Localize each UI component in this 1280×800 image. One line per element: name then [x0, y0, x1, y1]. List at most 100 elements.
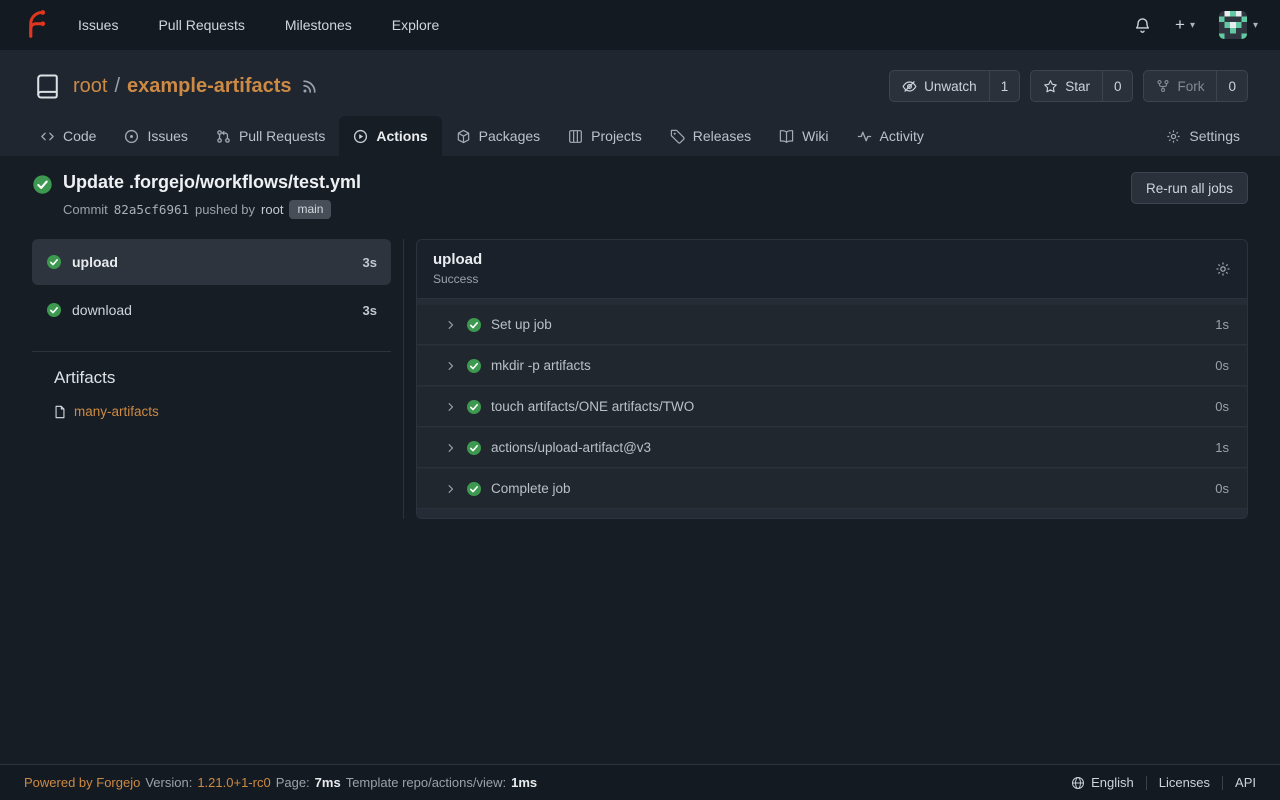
job-detail-name: upload	[433, 251, 482, 268]
rss-icon[interactable]	[302, 79, 317, 94]
commit-sha-link[interactable]: 82a5cf6961	[114, 202, 189, 217]
watchers-count[interactable]: 1	[989, 71, 1020, 101]
job-item-upload[interactable]: upload 3s	[32, 239, 391, 285]
notifications-bell-icon[interactable]	[1134, 17, 1151, 34]
star-button[interactable]: Star 0	[1030, 70, 1133, 102]
tab-packages[interactable]: Packages	[442, 116, 554, 156]
tab-actions[interactable]: Actions	[339, 116, 441, 156]
repo-owner-link[interactable]: root	[73, 75, 107, 98]
step-list: Set up job 1s mkdir -p artifacts 0s	[417, 299, 1247, 518]
success-check-icon	[466, 358, 482, 374]
job-name: download	[72, 302, 353, 318]
step-name: mkdir -p artifacts	[491, 358, 1206, 373]
tab-issues[interactable]: Issues	[110, 116, 201, 156]
licenses-link[interactable]: Licenses	[1159, 775, 1210, 790]
job-item-download[interactable]: download 3s	[32, 287, 391, 333]
powered-by-link[interactable]: Powered by Forgejo	[24, 775, 140, 790]
fork-button[interactable]: Fork 0	[1143, 70, 1248, 102]
package-box-icon	[456, 129, 471, 144]
step-row[interactable]: touch artifacts/ONE artifacts/TWO 0s	[417, 387, 1247, 427]
step-name: Set up job	[491, 317, 1206, 332]
tab-releases[interactable]: Releases	[656, 116, 765, 156]
rerun-all-jobs-button[interactable]: Re-run all jobs	[1131, 172, 1248, 204]
user-menu[interactable]: ▾	[1219, 11, 1258, 39]
code-icon	[40, 129, 55, 144]
step-row[interactable]: Set up job 1s	[417, 305, 1247, 345]
chevron-right-icon[interactable]	[445, 360, 457, 372]
artifact-download-link[interactable]: many-artifacts	[74, 404, 159, 419]
step-duration: 0s	[1215, 399, 1229, 414]
commit-author-link[interactable]: root	[261, 202, 283, 217]
repo-tabs: Code Issues Pull Requests Actions Packag…	[0, 112, 1280, 156]
unwatch-button[interactable]: Unwatch 1	[889, 70, 1020, 102]
step-row[interactable]: Complete job 0s	[417, 469, 1247, 509]
step-row[interactable]: actions/upload-artifact@v3 1s	[417, 428, 1247, 468]
success-check-icon	[32, 174, 53, 195]
template-label: Template repo/actions/view:	[346, 775, 506, 790]
step-name: Complete job	[491, 481, 1206, 496]
run-commit-line: Commit 82a5cf6961 pushed by root main	[63, 200, 361, 219]
chevron-right-icon[interactable]	[445, 483, 457, 495]
repo-name-link[interactable]: example-artifacts	[127, 75, 292, 98]
version-label: Version:	[145, 775, 192, 790]
footer: Powered by Forgejo Version: 1.21.0+1-rc0…	[0, 764, 1280, 800]
footer-info: Powered by Forgejo Version: 1.21.0+1-rc0…	[24, 775, 537, 790]
tab-settings[interactable]: Settings	[1152, 116, 1254, 156]
job-duration: 3s	[363, 255, 377, 270]
template-time: 1ms	[511, 775, 537, 790]
pulse-icon	[857, 129, 872, 144]
breadcrumb: root / example-artifacts	[73, 75, 292, 98]
tab-code[interactable]: Code	[26, 116, 110, 156]
navbar-links: Issues Pull Requests Milestones Explore	[78, 17, 439, 33]
stars-count[interactable]: 0	[1102, 71, 1133, 101]
nav-item-issues[interactable]: Issues	[78, 17, 118, 33]
pull-request-icon	[216, 129, 231, 144]
chevron-right-icon[interactable]	[445, 401, 457, 413]
success-check-icon	[46, 254, 62, 270]
nav-item-pull-requests[interactable]: Pull Requests	[158, 17, 244, 33]
job-options-gear-icon[interactable]	[1215, 261, 1231, 277]
fork-icon	[1156, 79, 1170, 93]
footer-separator	[1146, 776, 1147, 790]
job-name: upload	[72, 254, 353, 270]
step-name: touch artifacts/ONE artifacts/TWO	[491, 399, 1206, 414]
success-check-icon	[466, 317, 482, 333]
tab-activity[interactable]: Activity	[843, 116, 938, 156]
page-time: 7ms	[315, 775, 341, 790]
navbar-right: + ▾ ▾	[1134, 11, 1258, 39]
globe-icon	[1071, 776, 1085, 790]
forks-count[interactable]: 0	[1216, 71, 1247, 101]
avatar	[1219, 11, 1247, 39]
api-link[interactable]: API	[1235, 775, 1256, 790]
tab-projects[interactable]: Projects	[554, 116, 656, 156]
step-duration: 0s	[1215, 481, 1229, 496]
branch-badge[interactable]: main	[289, 200, 331, 219]
job-detail-header: upload Success	[417, 240, 1247, 299]
actions-run-view: Update .forgejo/workflows/test.yml Commi…	[0, 156, 1280, 764]
language-selector[interactable]: English	[1071, 775, 1134, 790]
job-status-text: Success	[433, 272, 482, 286]
run-header: Update .forgejo/workflows/test.yml Commi…	[32, 172, 1248, 219]
repo-header: root / example-artifacts	[0, 50, 1280, 156]
artifact-item[interactable]: many-artifacts	[53, 404, 391, 419]
chevron-right-icon[interactable]	[445, 319, 457, 331]
job-detail-panel: upload Success Set up job 1s	[416, 239, 1248, 519]
create-new-menu[interactable]: + ▾	[1175, 15, 1195, 35]
tab-wiki[interactable]: Wiki	[765, 116, 842, 156]
tab-pull-requests[interactable]: Pull Requests	[202, 116, 339, 156]
step-name: actions/upload-artifact@v3	[491, 440, 1206, 455]
repo-book-icon	[34, 73, 61, 100]
play-circle-icon	[353, 129, 368, 144]
nav-item-explore[interactable]: Explore	[392, 17, 439, 33]
commit-label: Commit	[63, 202, 108, 217]
version-link[interactable]: 1.21.0+1-rc0	[197, 775, 270, 790]
breadcrumb-separator: /	[114, 75, 120, 98]
chevron-right-icon[interactable]	[445, 442, 457, 454]
page-label: Page:	[276, 775, 310, 790]
success-check-icon	[466, 481, 482, 497]
step-row[interactable]: mkdir -p artifacts 0s	[417, 346, 1247, 386]
chevron-down-icon: ▾	[1190, 20, 1195, 31]
forgejo-logo-icon[interactable]	[22, 10, 52, 40]
nav-item-milestones[interactable]: Milestones	[285, 17, 352, 33]
unwatch-label: Unwatch	[924, 79, 977, 94]
